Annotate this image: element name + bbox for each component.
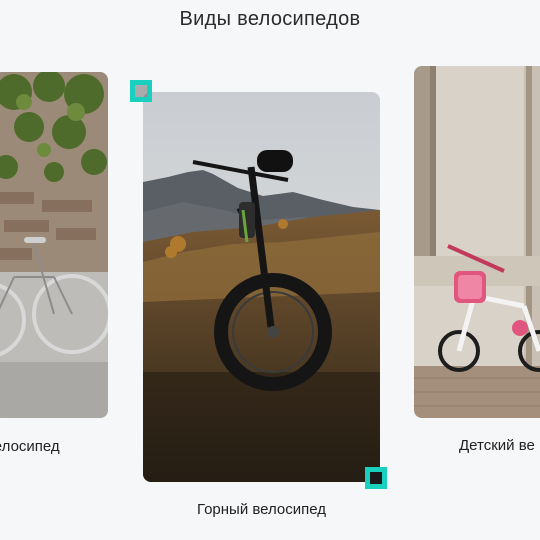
card-caption-right: Детский ве	[459, 437, 535, 454]
city-bike-photo	[0, 72, 108, 418]
accent-corner-marker	[130, 80, 152, 102]
accent-corner-marker	[365, 467, 387, 489]
card-caption-left: велосипед	[0, 438, 60, 455]
mountain-bike-photo	[143, 92, 380, 482]
card-caption-center: Горный велосипед	[196, 501, 327, 518]
carousel-card-left[interactable]	[0, 72, 108, 418]
carousel-card-center[interactable]	[143, 92, 380, 482]
kids-bike-photo	[414, 66, 540, 418]
section-title: Виды велосипедов	[179, 8, 361, 30]
carousel-card-right[interactable]	[414, 66, 540, 418]
